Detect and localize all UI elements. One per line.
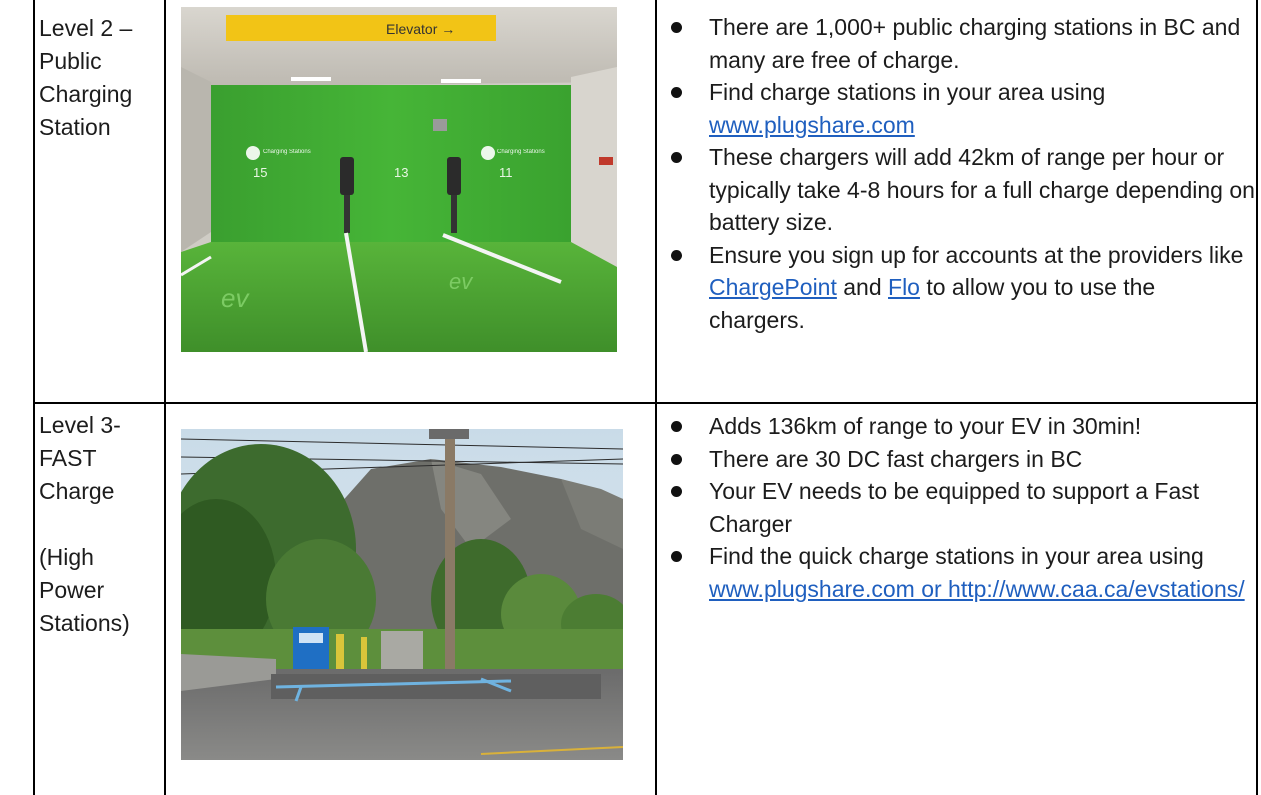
svg-text:Charging Stations: Charging Stations (263, 149, 311, 155)
bullet-icon (671, 249, 682, 261)
bullet-icon (671, 152, 682, 163)
list-item: These chargers will add 42km of range pe… (661, 141, 1255, 239)
plugshare-link[interactable]: www.plugshare.com (709, 112, 915, 138)
table-border-col1 (164, 0, 166, 795)
svg-text:11: 11 (499, 165, 513, 180)
table-border-right (1256, 0, 1258, 795)
bullet-icon (671, 453, 682, 465)
bullet-icon (671, 551, 682, 562)
svg-text:13: 13 (394, 165, 408, 180)
table-row-divider (33, 402, 1258, 404)
svg-text:15: 15 (253, 165, 267, 180)
bullet-icon (671, 87, 682, 98)
svg-text:Charging Stations: Charging Stations (497, 149, 545, 155)
list-item: Find charge stations in your area using … (661, 76, 1255, 141)
list-item: There are 30 DC fast chargers in BC (661, 443, 1255, 476)
bullet-icon (671, 486, 682, 497)
plugshare-caa-link[interactable]: www.plugshare.com or http://www.caa.ca/e… (709, 576, 1245, 602)
list-item: Ensure you sign up for accounts at the p… (661, 239, 1255, 337)
chargepoint-link[interactable]: ChargePoint (709, 274, 837, 300)
flo-link[interactable]: Flo (888, 274, 920, 300)
list-item: There are 1,000+ public charging station… (661, 11, 1255, 76)
bullet-icon (671, 421, 682, 432)
table-border-left (33, 0, 35, 795)
row2-bullet-list: Adds 136km of range to your EV in 30min!… (661, 410, 1255, 605)
list-item: Find the quick charge stations in your a… (661, 540, 1255, 605)
svg-text:ev: ev (449, 269, 474, 294)
list-item: Your EV needs to be equipped to support … (661, 475, 1255, 540)
row1-bullet-list: There are 1,000+ public charging station… (661, 11, 1255, 336)
row2-label: Level 3- FAST Charge (High Power Station… (39, 412, 130, 636)
row1-label: Level 2 – Public Charging Station (39, 15, 133, 140)
public-charging-station-photo: Elevator → Charging Stations 15 13 Charg… (181, 7, 617, 352)
list-item: Adds 136km of range to your EV in 30min! (661, 410, 1255, 443)
svg-text:ev: ev (221, 283, 250, 313)
elevator-sign-text: Elevator → (386, 21, 455, 37)
fast-charge-station-photo (181, 429, 623, 760)
bullet-icon (671, 22, 682, 33)
table-border-col2 (655, 0, 657, 795)
